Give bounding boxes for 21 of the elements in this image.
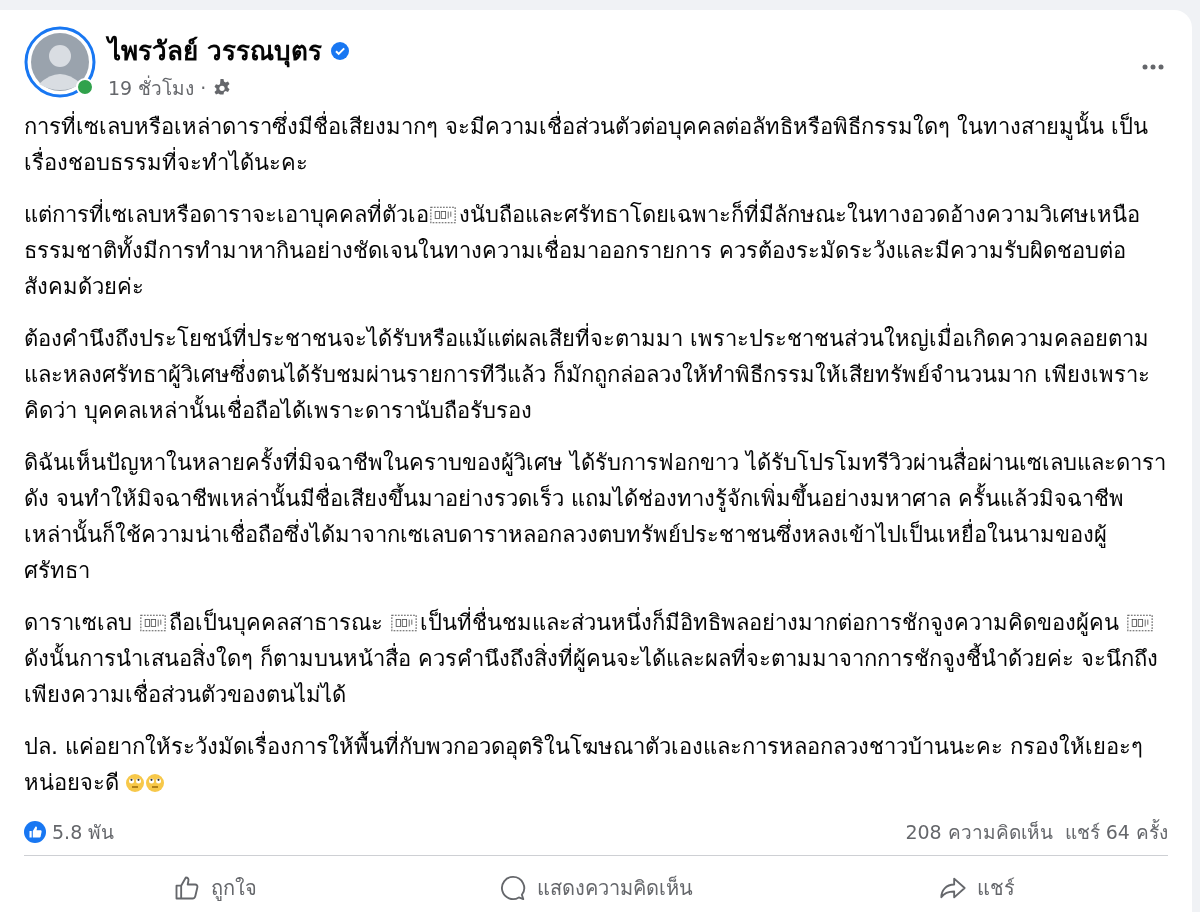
share-button[interactable]: แชร์ [786,860,1168,912]
reaction-count[interactable]: 5.8 พัน [52,817,115,847]
post-paragraph: ดาราเซเลบ ถือเป็นบุคคลสาธารณะ เป็นที่ชื่นชมและส่วนหนึ่งก็มีอิทธิพลอย่างมากต่อการชักจูงความคิดของผู้คน ดังนั้นการนำเสนอสิ่งใดๆ ก็ตามบนหน้าสื่อ ควรคำนึงถึงสิ่งที่ผู้คนจะได้และผลที่จะตามมาจากการชักจูงชี้นำด้วยค่ะ จะนึกถึงเพียงความเชื่อส่วนตัวของตนไม่ได้ [24,605,1168,713]
like-reaction-icon[interactable] [24,821,46,843]
post-paragraph: ดิฉันเห็นปัญหาในหลายครั้งที่มิจฉาชีพในคราบของผู้วิเศษ ได้รับการฟอกขาว ได้รับโปรโมทรีวิวผ่านสื่อผ่านเซเลบและดาราดัง จนทำให้มิจฉาชีพเหล่านั้นมีชื่อเสียงขึ้นมาอย่างรวดเร็ว แถมได้ช่องทางรู้จักเพิ่มขึ้นอย่างมหาศาล ครั้นแล้วมิจฉาชีพเหล่านั้นก็ใช้ความน่าเชื่อถือซึ่งได้มาจากเซเลบดาราหลอกลวงตบทรัพย์ประชาชนซึ่งหลงเข้าไปเป็นเหยื่อในนามของผู้ศรัทธา [24,445,1168,589]
object-placeholder-icon [140,614,166,632]
post-time[interactable]: 19 ชั่วโมง · [108,73,207,103]
comment-count[interactable]: 208 ความคิดเห็น [905,817,1053,847]
object-placeholder-icon [391,614,417,632]
speech-bubble-icon [499,874,527,902]
like-button[interactable]: ถูกใจ [24,860,406,912]
object-placeholder-icon [430,206,456,224]
post-paragraph: ต้องคำนึงถึงประโยชน์ที่ประชาชนจะได้รับหรือแม้แต่ผลเสียที่จะตามมา เพราะประชาชนส่วนใหญ่เมื่อเกิดความคลอยตามและหลงศรัทธาผู้วิเศษซึ่งตนได้รับชมผ่านรายการทีวีแล้ว ก็มักถูกล่อลวงให้ทำพิธีกรรมให้เสียทรัพย์จำนวนมาก เพียงเพราะคิดว่า บุคคลเหล่านั้นเชื่อถือได้เพราะดารานับถือรับรอง [24,321,1168,429]
share-count[interactable]: แชร์ 64 ครั้ง [1064,817,1168,847]
more-icon [1142,64,1164,70]
comment-button[interactable]: แสดงความคิดเห็น [405,860,787,912]
post-paragraph: ปล. แค่อยากให้ระวังมัดเรื่องการให้พื้นที่กับพวกอวดอุตริในโฆษณาตัวเองและการหลอกลวงชาวบ้านนะคะ กรองให้เยอะๆ หน่อยจะดี [24,729,1168,801]
object-placeholder-icon [1127,614,1153,632]
post-paragraph: การที่เซเลบหรือเหล่าดาราซึ่งมีชื่อเสียงมากๆ จะมีความเชื่อส่วนตัวต่อบุคคลต่อลัทธิหรือพิธีกรรมใดๆ ในทางสายมูนั้น เป็นเรื่องชอบธรรมที่จะทำได้นะคะ [24,109,1168,181]
avatar-icon[interactable] [24,26,96,98]
post-paragraph: แต่การที่เซเลบหรือดาราจะเอาบุคคลที่ตัวเอ งนับถือและศรัทธาโดยเฉพาะก็ที่มีลักษณะในทางอวดอ้างความวิเศษเหนือธรรมชาติทั้งมีการทำมาหากินอย่างชัดเจนในทางความเชื่อมาออกรายการ ควรต้องระมัดระวังและมีความรับผิดชอบต่อสังคมด้วยค่ะ [24,197,1168,305]
